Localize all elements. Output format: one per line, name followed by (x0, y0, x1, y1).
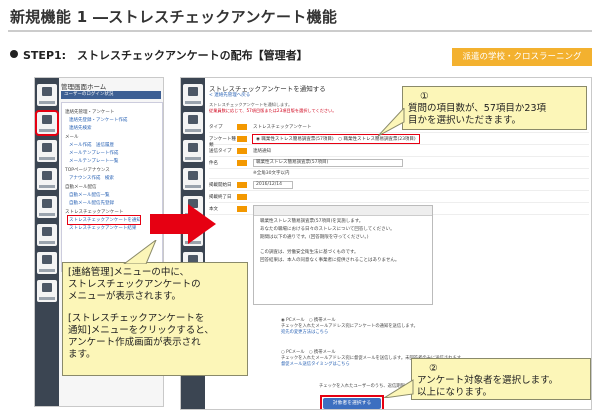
callout-target-selection: ② アンケート対象者を選択します。 以上になります。 (411, 358, 591, 400)
body-editor[interactable]: 職業性ストレス簡易調査票(57項目)を実施します。あなたの職場における日々のスト… (253, 205, 433, 305)
editor-text-line: あなたの職場における日々のストレスについて回答してください。 (260, 227, 395, 232)
callout-menu-explanation: [連絡管理]メニューの中に、 ストレスチェックアンケートの メニューが表示されま… (62, 262, 248, 376)
menu-section-label: ストレスチェックアンケート (65, 210, 124, 215)
right-arrow-icon (150, 204, 216, 244)
form-row: 掲載開始日 2016/12/14 (209, 181, 589, 191)
user-status-bar: ユーザーのログイン状況 (61, 91, 161, 99)
form-row: 掲載終了日 (209, 193, 589, 203)
menu-item[interactable]: 自動メール配信先登録 (69, 200, 159, 206)
nav-upload-icon[interactable] (37, 224, 57, 246)
field-value: 連絡通知 (253, 149, 271, 154)
required-badge (237, 136, 247, 142)
menu-item-stress-check-notify[interactable]: ストレスチェックアンケートを通知 (67, 215, 141, 225)
menu-section-label: 自動メール配信 (65, 185, 97, 190)
slide-title: 新規機能 1 ―ストレスチェックアンケート機能 (10, 8, 338, 26)
form-row: 送信タイプ 連絡通知 (209, 147, 589, 157)
menu-item[interactable]: 連絡先検索 (69, 125, 159, 131)
field-label: 掲載開始日 (209, 183, 232, 188)
editor-toolbar[interactable] (254, 206, 432, 216)
field-value: ※全角30文字以内 (253, 171, 290, 176)
editor-text-line: 職業性ストレス簡易調査票(57項目)を実施します。 (260, 219, 364, 224)
nav-course-icon[interactable] (37, 140, 57, 162)
nav-home-icon[interactable] (183, 84, 203, 106)
required-badge (237, 194, 247, 200)
nav-gear-icon[interactable] (37, 280, 57, 302)
callout-text: メニューが表示されます。 (68, 291, 182, 302)
nav-schedule-icon[interactable] (37, 168, 57, 190)
menu-item[interactable]: ストレスチェックアンケート結果 (69, 225, 159, 231)
help-link[interactable]: 宛先の変更方法はこちら (281, 330, 491, 336)
select-target-button[interactable]: 対象者を選択する (323, 398, 381, 409)
menu-item[interactable]: メールテンプレート作成 (69, 150, 159, 156)
callout-text: 質問の項目数が、57項目か23項 (408, 103, 546, 114)
nav-report-icon[interactable] (37, 252, 57, 274)
step-heading: STEP1: ストレスチェックアンケートの配布【管理者】 (10, 47, 308, 63)
title-divider (8, 30, 592, 32)
admin-home-title: 管理画面ホーム (61, 83, 107, 91)
callout-text: ストレスチェックアンケートの (68, 279, 201, 290)
back-link[interactable]: < 連絡先管理へ戻る (209, 92, 250, 98)
callout-number: ② (429, 363, 438, 374)
field-label: 件名 (209, 161, 218, 166)
start-date-input[interactable]: 2016/12/14 (253, 181, 293, 189)
menu-item[interactable]: 自動メール配信一覧 (69, 192, 159, 198)
editor-text-line (260, 242, 426, 247)
bullet-icon (10, 50, 18, 58)
menu-item[interactable]: メールテンプレート一覧 (69, 158, 159, 164)
callout-pointer (123, 240, 157, 264)
field-value: ストレスチェックアンケート (253, 125, 312, 130)
menu-item[interactable]: メール作成 送信履歴 (69, 142, 159, 148)
option-body: ◉ PCメール ○ 携帯メール チェックを入れたメールアドレス宛にアンケートの通知… (281, 318, 491, 336)
menu-section-label: TOPページアナウンス (65, 168, 110, 173)
step-heading-text: STEP1: ストレスチェックアンケートの配布【管理者】 (23, 49, 308, 62)
callout-text: 目かを選択いただきます。 (408, 115, 522, 126)
callout-text: 通知]メニューをクリックすると、 (68, 325, 214, 336)
menu-section-label: 連絡先管理・アンケート (65, 110, 115, 115)
brand-badge: 派遣の学校・クロスラーニング (452, 48, 592, 66)
editor-text-line: 期間は以下の通りです。(回答期限を守ってください。) (260, 235, 369, 240)
description-note: 従業員数に応じて、57項目版または23項目版を選択してください。 (209, 108, 337, 113)
field-label: 送信タイプ (209, 149, 232, 154)
field-label: タイプ (209, 125, 223, 130)
callout-text: アンケート対象者を選択します。 (417, 375, 559, 386)
callout-text: [連絡管理]メニューの中に、 (68, 267, 190, 278)
callout-text: アンケート作成画面が表示され (68, 337, 201, 348)
nav-mail-icon[interactable] (183, 112, 203, 134)
nav-home-icon[interactable] (37, 84, 57, 106)
menu-item[interactable]: 連絡先登録・アンケート作成 (69, 117, 159, 123)
menu-item[interactable]: アナウンス作成 検索 (69, 175, 159, 181)
nav-search-icon[interactable] (37, 196, 57, 218)
callout-pointer (384, 379, 414, 398)
form-row: ※全角30文字以内 (209, 169, 589, 179)
callout-text: ます。 (68, 349, 96, 360)
nav-schedule-icon[interactable] (183, 168, 203, 190)
editor-text-line: この調査は、労働安全衛生法に基づくものです。 (260, 250, 359, 255)
nav-course-icon[interactable] (183, 140, 203, 162)
required-badge (237, 148, 247, 154)
callout-number: ① (420, 91, 429, 102)
subject-input[interactable]: 職業性ストレス簡易調査票(57項目) (253, 159, 403, 167)
callout-text: [ストレスチェックアンケートを (68, 313, 205, 324)
field-label: 掲載終了日 (209, 195, 232, 200)
callout-pointer (378, 108, 405, 137)
description-text: ストレスチェックアンケートを通知します。 (209, 102, 293, 107)
editor-text-line: 回答結果は、本人の同意なく事業者に提供されることはありません。 (260, 258, 400, 263)
form-row: 件名 職業性ストレス簡易調査票(57項目) (209, 159, 589, 169)
callout-item-count: ① 質問の項目数が、57項目か23項 目かを選択いただきます。 (402, 86, 587, 130)
required-badge (237, 182, 247, 188)
callout-text: 以上になります。 (417, 387, 493, 398)
required-badge (237, 206, 247, 212)
required-badge (237, 124, 247, 130)
side-nav (35, 78, 59, 406)
menu-section-label: メール (65, 135, 79, 140)
nav-mail-icon[interactable] (35, 110, 59, 136)
required-badge (237, 160, 247, 166)
